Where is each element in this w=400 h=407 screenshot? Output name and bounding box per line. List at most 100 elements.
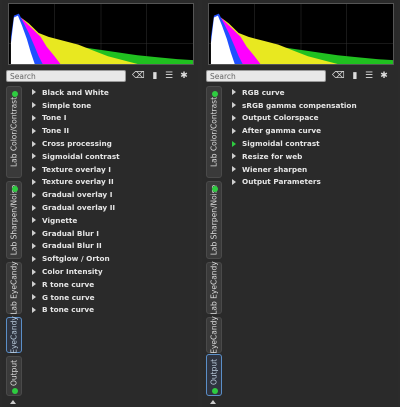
list-item[interactable]: Texture overlay I xyxy=(30,163,196,176)
list-item[interactable]: Gradual overlay II xyxy=(30,201,196,214)
list-item[interactable]: Gradual overlay I xyxy=(30,188,196,201)
item-label: Color Intensity xyxy=(42,267,103,277)
item-label: After gamma curve xyxy=(242,126,322,136)
tab-label: Lab EyeCandy xyxy=(9,261,19,315)
tab-lab-sharpen-noise[interactable]: Lab Sharpen/Noise xyxy=(206,181,222,259)
tab-label: Lab Color/Contrast xyxy=(209,96,219,168)
expand-arrow-icon xyxy=(232,114,236,121)
list-item[interactable]: Tone II xyxy=(30,124,196,137)
list-item[interactable]: Simple tone xyxy=(30,99,196,112)
module-group-tabs: Lab Color/Contrast Lab Sharpen/Noise Lab… xyxy=(6,86,22,407)
list-item[interactable]: Gradual Blur II xyxy=(30,240,196,253)
expand-arrow-icon xyxy=(32,153,36,160)
expand-arrow-icon xyxy=(32,114,36,121)
search-row: Search ⌫ ▮ ☰ ✱ xyxy=(206,70,394,82)
list-item[interactable]: Softglow / Orton xyxy=(30,252,196,265)
item-label: Wiener sharpen xyxy=(242,164,308,174)
scroll-up-icon[interactable] xyxy=(210,400,216,404)
clear-search-icon[interactable]: ⌫ xyxy=(332,71,345,81)
list-item[interactable]: Cross processing xyxy=(30,137,196,150)
item-label: Tone I xyxy=(42,113,67,123)
gear-icon[interactable]: ✱ xyxy=(179,71,189,81)
expand-arrow-icon xyxy=(232,89,236,96)
item-label: RGB curve xyxy=(242,87,285,97)
expand-arrow-icon xyxy=(32,255,36,262)
list-icon[interactable]: ☰ xyxy=(364,71,374,81)
tab-lab-sharpen-noise[interactable]: Lab Sharpen/Noise xyxy=(6,181,22,259)
bookmark-icon[interactable]: ▮ xyxy=(150,71,160,81)
expand-arrow-icon xyxy=(32,89,36,96)
tab-label: EyeCandy xyxy=(209,316,219,354)
list-item[interactable]: Output Parameters xyxy=(230,176,396,189)
tab-label: EyeCandy xyxy=(9,316,19,354)
item-label: Texture overlay II xyxy=(42,177,114,187)
item-label: Sigmoidal contrast xyxy=(42,151,120,161)
item-label: Gradual overlay I xyxy=(42,190,113,200)
expand-arrow-icon xyxy=(32,281,36,288)
list-item[interactable]: B tone curve xyxy=(30,304,196,317)
tab-lab-color-contrast[interactable]: Lab Color/Contrast xyxy=(6,86,22,178)
list-item[interactable]: Black and White xyxy=(30,86,196,99)
tab-label: Lab Sharpen/Noise xyxy=(9,184,19,256)
list-item[interactable]: Wiener sharpen xyxy=(230,163,396,176)
list-item[interactable]: RGB curve xyxy=(230,86,396,99)
expand-arrow-icon xyxy=(32,178,36,185)
tab-eyecandy[interactable]: EyeCandy xyxy=(6,316,22,354)
tab-eyecandy[interactable]: EyeCandy xyxy=(206,316,222,354)
expand-arrow-icon xyxy=(32,294,36,301)
list-item[interactable]: Sigmoidal contrast xyxy=(30,150,196,163)
tab-label: Output xyxy=(9,359,19,386)
list-item[interactable]: R tone curve xyxy=(30,278,196,291)
item-label: Gradual Blur II xyxy=(42,241,102,251)
item-label: Tone II xyxy=(42,126,70,136)
expand-arrow-icon xyxy=(32,127,36,134)
tab-lab-eyecandy[interactable]: Lab EyeCandy xyxy=(6,261,22,315)
tab-lab-eyecandy[interactable]: Lab EyeCandy xyxy=(206,261,222,315)
tab-lab-color-contrast[interactable]: Lab Color/Contrast xyxy=(206,86,222,178)
item-label: B tone curve xyxy=(42,305,95,315)
item-label: Output Colorspace xyxy=(242,113,319,123)
expand-arrow-icon xyxy=(32,140,36,147)
clear-search-icon[interactable]: ⌫ xyxy=(132,71,145,81)
list-icon[interactable]: ☰ xyxy=(164,71,174,81)
item-label: sRGB gamma compensation xyxy=(242,100,357,110)
scroll-up-icon[interactable] xyxy=(10,400,16,404)
list-item[interactable]: Resize for web xyxy=(230,150,396,163)
expand-arrow-icon xyxy=(32,230,36,237)
item-label: G tone curve xyxy=(42,292,95,302)
list-item[interactable]: Sigmoidal contrast xyxy=(230,137,396,150)
expand-arrow-icon xyxy=(32,204,36,211)
gear-icon[interactable]: ✱ xyxy=(379,71,389,81)
expand-arrow-icon xyxy=(32,268,36,275)
tab-label: Lab Color/Contrast xyxy=(9,96,19,168)
search-input[interactable]: Search xyxy=(6,70,126,82)
enabled-dot-icon xyxy=(212,186,218,192)
left-panel: Search ⌫ ▮ ☰ ✱ Lab Color/Contrast Lab Sh… xyxy=(2,0,198,407)
list-item[interactable]: Texture overlay II xyxy=(30,176,196,189)
list-item[interactable]: Vignette xyxy=(30,214,196,227)
tab-label: Lab EyeCandy xyxy=(209,261,219,315)
expand-arrow-icon xyxy=(232,127,236,134)
enabled-dot-icon xyxy=(212,91,218,97)
list-item[interactable]: Color Intensity xyxy=(30,265,196,278)
list-item[interactable]: Tone I xyxy=(30,112,196,125)
item-label: Texture overlay I xyxy=(42,164,111,174)
item-label: Vignette xyxy=(42,215,78,225)
bookmark-icon[interactable]: ▮ xyxy=(350,71,360,81)
search-input[interactable]: Search xyxy=(206,70,326,82)
expand-arrow-icon xyxy=(232,166,236,173)
tab-output[interactable]: Output xyxy=(206,354,222,396)
list-item[interactable]: sRGB gamma compensation xyxy=(230,99,396,112)
list-item[interactable]: Gradual Blur I xyxy=(30,227,196,240)
list-item[interactable]: G tone curve xyxy=(30,291,196,304)
item-label: Sigmoidal contrast xyxy=(242,139,320,149)
item-label: Black and White xyxy=(42,87,109,97)
list-item[interactable]: Output Colorspace xyxy=(230,112,396,125)
list-item[interactable]: After gamma curve xyxy=(230,124,396,137)
search-row: Search ⌫ ▮ ☰ ✱ xyxy=(6,70,194,82)
item-label: Gradual overlay II xyxy=(42,203,116,213)
tab-output[interactable]: Output xyxy=(6,356,22,396)
expand-arrow-icon xyxy=(32,242,36,249)
expand-arrow-icon xyxy=(232,178,236,185)
expand-arrow-icon xyxy=(32,166,36,173)
